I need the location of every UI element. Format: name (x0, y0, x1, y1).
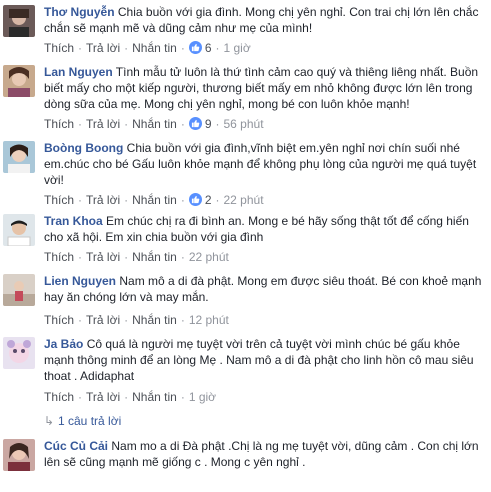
comment-author[interactable]: Cúc Củ Cải (44, 439, 108, 453)
comment-body: Thơ Nguyễn Chia buồn với gia đình. Mong … (44, 4, 485, 36)
like-count[interactable]: 6 (205, 41, 212, 55)
comment-author[interactable]: Lien Nguyen (44, 274, 116, 288)
avatar[interactable] (3, 5, 35, 37)
comment-author[interactable]: Lan Nguyen (44, 65, 113, 79)
timestamp[interactable]: 22 phút (189, 250, 229, 264)
like-link[interactable]: Thích (44, 313, 74, 327)
reply-link[interactable]: Trả lời (86, 41, 120, 55)
thumbs-up-icon[interactable] (188, 117, 202, 130)
comment-actions: Thích · Trả lời · Nhắn tin · 22 phút (44, 250, 229, 264)
comment-author[interactable]: Thơ Nguyễn (44, 5, 115, 19)
message-link[interactable]: Nhắn tin (132, 193, 177, 207)
message-link[interactable]: Nhắn tin (132, 41, 177, 55)
timestamp[interactable]: 56 phút (224, 117, 264, 131)
message-link[interactable]: Nhắn tin (132, 313, 177, 327)
timestamp[interactable]: 22 phút (224, 193, 264, 207)
comment-text: Cô quá là người mẹ tuyệt vời trên cả tuy… (44, 337, 474, 383)
reply-link[interactable]: Trả lời (86, 193, 120, 207)
avatar[interactable] (3, 65, 35, 97)
like-link[interactable]: Thích (44, 390, 74, 404)
comment-body: Ja Bảo Cô quá là người mẹ tuyệt vời trên… (44, 336, 485, 384)
like-link[interactable]: Thích (44, 41, 74, 55)
timestamp[interactable]: 12 phút (189, 313, 229, 327)
comment-author[interactable]: Boòng Boong (44, 141, 123, 155)
comment-actions: Thích · Trả lời · Nhắn tin · 9 · 56 phút (44, 117, 264, 131)
like-link[interactable]: Thích (44, 117, 74, 131)
comment-body: Tran Khoa Em chúc chị ra đi bình an. Mon… (44, 213, 485, 245)
comment-author[interactable]: Ja Bảo (44, 337, 83, 351)
like-link[interactable]: Thích (44, 193, 74, 207)
comment-text: Em chúc chị ra đi bình an. Mong e bé hãy… (44, 214, 469, 244)
message-link[interactable]: Nhắn tin (132, 390, 177, 404)
avatar[interactable] (3, 141, 35, 173)
like-count[interactable]: 2 (205, 193, 212, 207)
comment-body: Cúc Củ Cải Nam mo a di Đà phật .Chị là n… (44, 438, 485, 470)
timestamp[interactable]: 1 giờ (224, 41, 251, 55)
like-link[interactable]: Thích (44, 250, 74, 264)
reply-arrow-icon: ↳ (44, 414, 55, 428)
avatar[interactable] (3, 337, 35, 369)
comment-actions: Thích · Trả lời · Nhắn tin · 2 · 22 phút (44, 193, 264, 207)
comment-body: Lien Nguyen Nam mô a di đà phật. Mong em… (44, 273, 485, 305)
comment-text: Nam mo a di Đà phật .Chị là ng mẹ tuyệt … (44, 439, 479, 469)
avatar[interactable] (3, 214, 35, 246)
reply-link[interactable]: Trả lời (86, 117, 120, 131)
avatar[interactable] (3, 274, 35, 306)
comment-body: Lan Nguyen Tình mẫu tử luôn là thứ tình … (44, 64, 485, 112)
replies-count[interactable]: 1 câu trả lời (58, 414, 121, 428)
thumbs-up-icon[interactable] (188, 41, 202, 54)
reply-link[interactable]: Trả lời (86, 250, 120, 264)
comment-actions: Thích · Trả lời · Nhắn tin · 6 · 1 giờ (44, 41, 251, 55)
comment-author[interactable]: Tran Khoa (44, 214, 103, 228)
comment-body: Boòng Boong Chia buồn với gia đình,vĩnh … (44, 140, 485, 188)
timestamp[interactable]: 1 giờ (189, 390, 216, 404)
message-link[interactable]: Nhắn tin (132, 250, 177, 264)
like-count[interactable]: 9 (205, 117, 212, 131)
message-link[interactable]: Nhắn tin (132, 117, 177, 131)
comment-actions: Thích · Trả lời · Nhắn tin · 1 giờ (44, 390, 217, 404)
reply-link[interactable]: Trả lời (86, 390, 120, 404)
thumbs-up-icon[interactable] (188, 193, 202, 206)
view-replies-link[interactable]: ↳ 1 câu trả lời (44, 414, 121, 428)
reply-link[interactable]: Trả lời (86, 313, 120, 327)
comment-actions: Thích · Trả lời · Nhắn tin · 12 phút (44, 313, 229, 327)
avatar[interactable] (3, 439, 35, 471)
